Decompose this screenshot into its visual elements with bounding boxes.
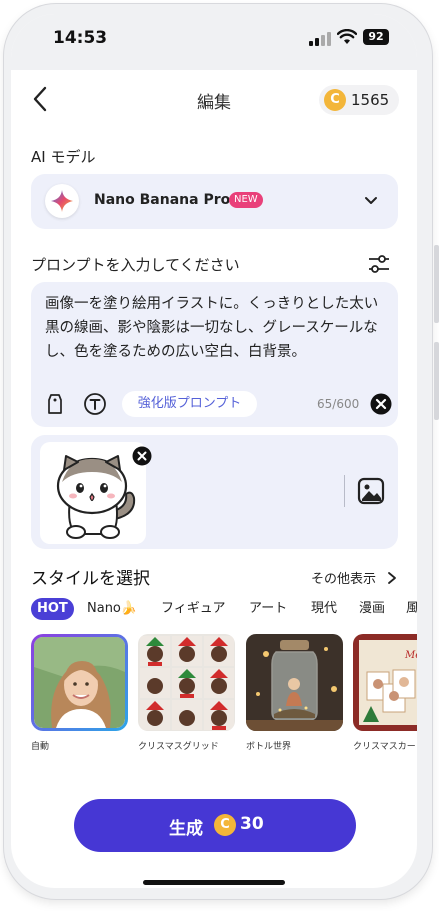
coin-icon: C	[324, 89, 346, 111]
remove-image-icon[interactable]	[132, 446, 152, 466]
bottle-world-image	[246, 634, 343, 731]
add-image-icon[interactable]	[357, 477, 385, 505]
chevron-right-icon	[388, 572, 397, 584]
divider	[344, 475, 345, 507]
status-time: 14:53	[53, 28, 108, 48]
generate-cost: 30	[240, 814, 264, 834]
card-greeting-text: Merry Christmas	[404, 650, 417, 661]
portrait-image	[34, 637, 125, 728]
settings-sliders-icon[interactable]	[367, 252, 391, 276]
battery-indicator: 92	[363, 29, 389, 45]
tab-modern[interactable]: 現代	[311, 598, 337, 620]
generate-label: 生成	[169, 819, 203, 839]
text-format-icon[interactable]	[83, 392, 107, 416]
prompt-text[interactable]: 画像一を塗り絵用イラストに。くっきりとした太い黒の線画、影や陰影は一切なし、グレ…	[45, 292, 385, 364]
selected-style-frame	[31, 634, 128, 731]
christmas-card-image: Merry Christmas	[353, 634, 417, 731]
side-button	[434, 245, 439, 323]
coin-balance: 1565	[351, 91, 390, 109]
style-thumbnail	[138, 634, 235, 731]
model-name: Nano Banana Pro	[94, 192, 231, 208]
coin-icon: C	[214, 814, 236, 836]
ai-model-label: AI モデル	[31, 148, 96, 166]
sparkle-icon	[45, 184, 79, 218]
chevron-down-icon	[365, 197, 377, 204]
style-label: ボトル世界	[246, 742, 292, 752]
style-section-title: スタイルを選択	[31, 569, 150, 589]
clear-text-icon[interactable]	[370, 393, 392, 415]
generate-button[interactable]: 生成 C 30	[74, 799, 356, 852]
style-thumbnail	[246, 634, 343, 731]
cellular-signal-icon	[309, 32, 331, 46]
christmas-grid-image	[138, 634, 235, 731]
tab-wind[interactable]: 風	[406, 598, 417, 620]
tab-hot[interactable]: HOT	[31, 598, 74, 620]
see-more-link[interactable]: その他表示	[311, 568, 399, 587]
new-badge: NEW	[229, 192, 263, 208]
phone-frame: 14:53 92 編集 C 1565 AI モデル Nano Banana Pr…	[0, 0, 439, 911]
tag-icon[interactable]	[45, 392, 65, 416]
tab-nano[interactable]: Nano🍌	[87, 598, 137, 620]
style-label: クリスマスカード	[353, 742, 417, 752]
tab-art[interactable]: アート	[249, 598, 287, 620]
style-label: 自動	[31, 742, 50, 752]
uploaded-image-thumbnail[interactable]	[40, 442, 152, 544]
coin-balance-chip[interactable]: C 1565	[319, 85, 399, 115]
reference-image-panel	[31, 435, 398, 549]
tab-figure[interactable]: フィギュア	[161, 598, 225, 620]
prompt-input[interactable]: 画像一を塗り絵用イラストに。くっきりとした太い黒の線画、影や陰影は一切なし、グレ…	[31, 282, 398, 427]
tab-manga[interactable]: 漫画	[359, 598, 385, 620]
see-more-label: その他表示	[311, 572, 377, 587]
enhance-prompt-button[interactable]: 強化版プロンプト	[122, 391, 257, 417]
side-button	[434, 342, 439, 420]
prompt-label: プロンプトを入力してください	[31, 256, 240, 274]
status-bar: 14:53 92	[11, 14, 417, 70]
model-selector[interactable]: Nano Banana Pro NEW	[31, 174, 398, 229]
wifi-icon	[337, 29, 357, 44]
home-indicator[interactable]	[143, 880, 285, 885]
style-thumbnail: Merry Christmas	[353, 634, 417, 731]
style-label: クリスマスグリッド	[138, 742, 219, 752]
character-count: 65/600	[317, 397, 360, 411]
app-screen: 14:53 92 編集 C 1565 AI モデル Nano Banana Pr…	[11, 14, 417, 888]
style-tabs: HOT Nano🍌 フィギュア アート 現代 漫画 風	[31, 598, 417, 622]
cat-sticker-image	[56, 455, 136, 539]
